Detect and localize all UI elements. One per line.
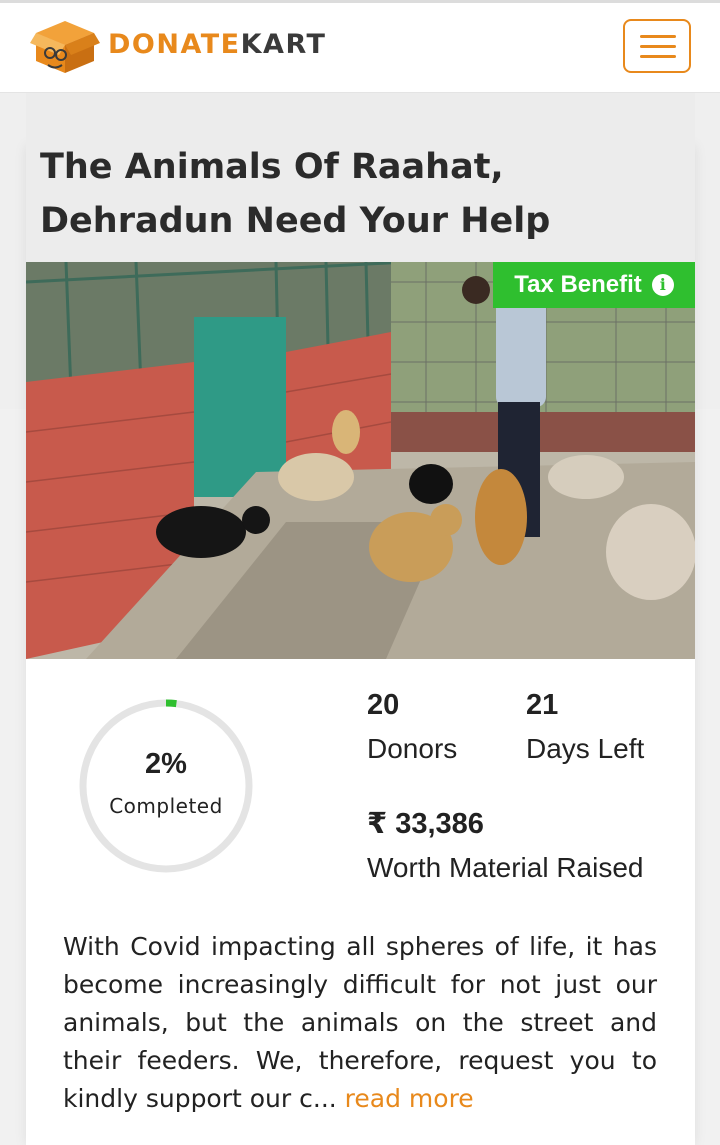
- donors-count: 20: [367, 689, 400, 721]
- navbar: DONATEKART: [0, 3, 720, 93]
- read-more-link[interactable]: read more: [345, 1084, 474, 1113]
- raised-label: Worth Material Raised: [367, 852, 644, 883]
- campaign-title: The Animals Of Raahat, Dehradun Need You…: [40, 147, 551, 241]
- progress-ring: [78, 698, 254, 874]
- raised-amount: ₹ 33,386: [367, 808, 484, 840]
- days-left-label: Days Left: [526, 733, 645, 764]
- progress-label: Completed: [109, 794, 223, 818]
- brand-name[interactable]: DONATEKART: [108, 29, 326, 60]
- brand-name-part1: DONATE: [108, 29, 241, 60]
- campaign-description: With Covid impacting all spheres of life…: [63, 928, 657, 1118]
- tax-benefit-badge[interactable]: Tax Benefit i: [493, 262, 695, 308]
- progress-percent: 2%: [145, 748, 187, 780]
- campaign-image[interactable]: [26, 262, 695, 659]
- info-icon[interactable]: i: [651, 274, 674, 296]
- donors-label: Donors: [367, 733, 458, 764]
- brand-name-part2: KART: [240, 29, 327, 60]
- hamburger-menu-button[interactable]: [623, 19, 691, 73]
- days-left-count: 21: [526, 689, 559, 721]
- tax-benefit-label: Tax Benefit: [514, 271, 642, 298]
- donatekart-logo-icon[interactable]: [30, 15, 100, 77]
